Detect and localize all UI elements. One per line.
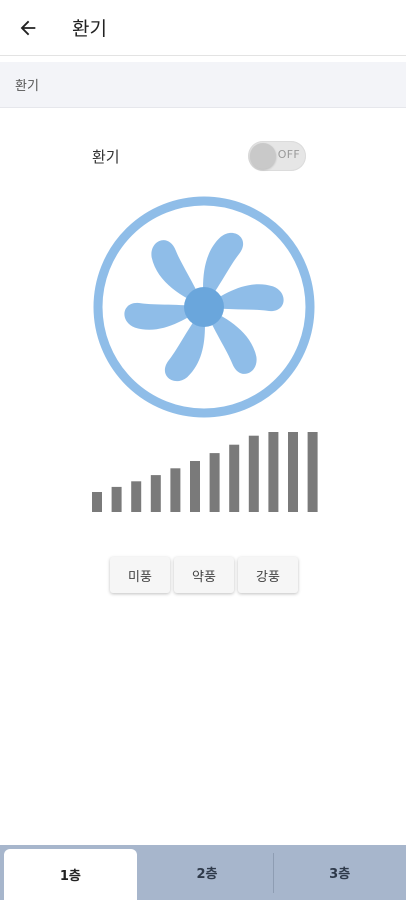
tab-floor-1[interactable]: 1층 xyxy=(4,849,137,900)
tab-divider xyxy=(273,853,275,893)
speed-button-high[interactable]: 강풍 xyxy=(238,557,298,593)
level-bar xyxy=(288,416,298,512)
level-bar xyxy=(268,426,279,512)
ventilation-switch[interactable]: OFF xyxy=(248,141,306,171)
level-bar xyxy=(307,405,318,512)
speed-button-breeze[interactable]: 미풍 xyxy=(110,557,170,593)
level-bar xyxy=(131,481,142,512)
level-bar xyxy=(92,492,102,512)
fan-graphic xyxy=(92,195,316,419)
speed-button-group: 미풍 약풍 강풍 xyxy=(110,557,298,593)
fan-hub xyxy=(184,287,224,327)
switch-knob xyxy=(250,143,276,169)
level-bar xyxy=(209,453,220,512)
ventilation-screen: 환기 환기 환기 OFF 미풍 약풍 강풍 1층 2층 3층 xyxy=(0,0,406,900)
level-bar xyxy=(190,461,200,512)
level-bar xyxy=(229,444,240,512)
page-title: 환기 xyxy=(72,18,107,40)
level-bar xyxy=(170,468,181,512)
speed-button-low[interactable]: 약풍 xyxy=(174,557,234,593)
switch-state-text: OFF xyxy=(277,148,300,161)
level-bar xyxy=(111,486,122,512)
top-app-bar: 환기 xyxy=(0,0,406,56)
back-button[interactable] xyxy=(0,0,56,56)
ventilation-label: 환기 xyxy=(92,148,120,166)
section-label: 환기 xyxy=(15,79,39,94)
section-header: 환기 xyxy=(0,62,406,108)
level-bar xyxy=(248,435,259,512)
tab-floor-3[interactable]: 3층 xyxy=(273,845,406,900)
tab-floor-2[interactable]: 2층 xyxy=(141,845,274,900)
fan-level-bars xyxy=(90,405,318,514)
floor-tab-bar: 1층 2층 3층 xyxy=(0,845,406,900)
level-bar xyxy=(150,475,161,512)
ventilation-toggle-row: 환기 OFF xyxy=(0,138,406,176)
fan-icon xyxy=(93,196,315,418)
arrow-left-icon xyxy=(20,20,36,35)
tab-floor-3-label: 3층 xyxy=(329,867,351,882)
level-bars-svg xyxy=(92,405,318,512)
